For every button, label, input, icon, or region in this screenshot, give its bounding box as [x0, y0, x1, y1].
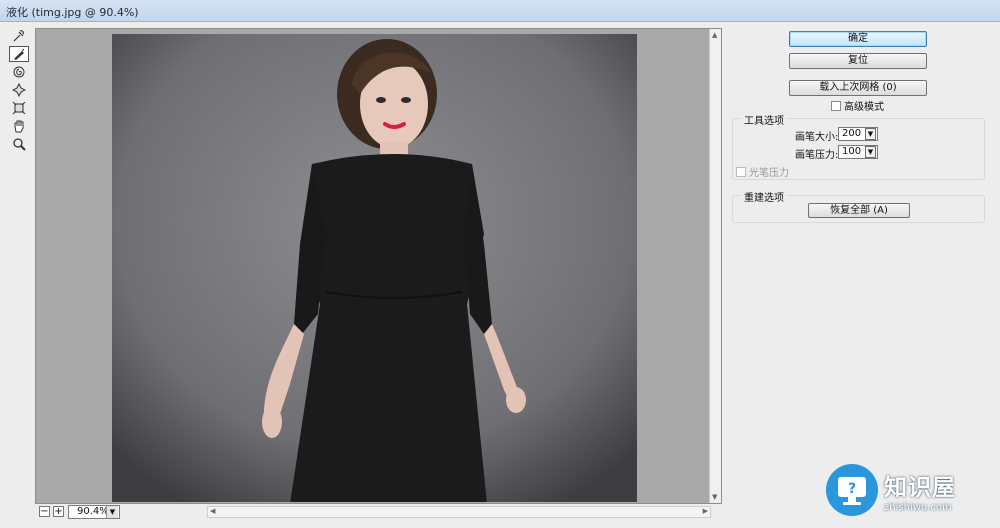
zoom-in-button[interactable]: +: [53, 506, 64, 517]
svg-text:?: ?: [848, 481, 856, 497]
window-title: 液化 (timg.jpg @ 90.4%): [6, 6, 139, 19]
twirl-tool-icon[interactable]: [9, 64, 29, 80]
bloat-tool-icon[interactable]: [9, 100, 29, 116]
tool-options-title: 工具选项: [741, 112, 787, 127]
brush-pressure-dropdown-icon[interactable]: ▼: [865, 146, 876, 158]
checkbox-box[interactable]: [736, 166, 746, 177]
scroll-right-icon[interactable]: ▶: [703, 507, 708, 515]
brush-pressure-label: 画笔压力:: [795, 150, 839, 161]
checkbox-box[interactable]: [831, 100, 841, 111]
tool-options-group: 工具选项 画笔大小: 200 ▼ 画笔压力: 100 ▼ 光笔压力: [732, 112, 985, 180]
advanced-mode-checkbox[interactable]: 高级模式: [831, 98, 884, 113]
stylus-pressure-checkbox[interactable]: 光笔压力: [736, 164, 789, 179]
reconstruct-tool-icon[interactable]: [9, 46, 29, 62]
vertical-scrollbar[interactable]: ▲ ▼: [709, 29, 721, 503]
status-bar: − + 90.4% ▼ ◀ ▶: [35, 505, 722, 520]
preview-canvas[interactable]: ▲ ▼: [35, 28, 722, 504]
watermark-url: zhishiwu.com: [884, 501, 952, 513]
advanced-mode-label: 高级模式: [844, 102, 884, 113]
reconstruct-options-group: 重建选项 恢复全部 (A): [732, 189, 985, 223]
brush-size-dropdown-icon[interactable]: ▼: [865, 128, 876, 140]
watermark: ? 知识屋 zhishiwu.com: [826, 456, 998, 524]
preview-photo: [112, 34, 637, 502]
brush-size-label: 画笔大小:: [795, 132, 839, 143]
restore-all-button[interactable]: 恢复全部 (A): [808, 203, 910, 218]
forward-warp-tool-icon[interactable]: [9, 28, 29, 44]
zoom-dropdown-icon[interactable]: ▼: [106, 506, 118, 518]
scroll-left-icon[interactable]: ◀: [210, 507, 215, 515]
reconstruct-options-title: 重建选项: [741, 189, 787, 204]
stylus-pressure-label: 光笔压力: [749, 168, 789, 179]
zoom-tool-icon[interactable]: [9, 136, 29, 152]
ok-button[interactable]: 确定: [789, 31, 927, 47]
tool-strip: [6, 26, 32, 156]
scroll-down-icon[interactable]: ▼: [712, 493, 717, 501]
horizontal-scrollbar[interactable]: ◀ ▶: [207, 506, 711, 518]
title-bar: 液化 (timg.jpg @ 90.4%): [0, 0, 1000, 22]
zoom-out-button[interactable]: −: [39, 506, 50, 517]
pucker-tool-icon[interactable]: [9, 82, 29, 98]
hand-tool-icon[interactable]: [9, 118, 29, 134]
reset-button[interactable]: 复位: [789, 53, 927, 69]
scroll-up-icon[interactable]: ▲: [712, 31, 717, 39]
watermark-name: 知识屋: [884, 474, 956, 501]
options-panel: 确定 复位 载入上次网格 (0) 高级模式 工具选项 画笔大小: 200 ▼ 画…: [725, 24, 995, 524]
watermark-logo-icon: ?: [826, 464, 878, 516]
load-last-mesh-button[interactable]: 载入上次网格 (0): [789, 80, 927, 96]
